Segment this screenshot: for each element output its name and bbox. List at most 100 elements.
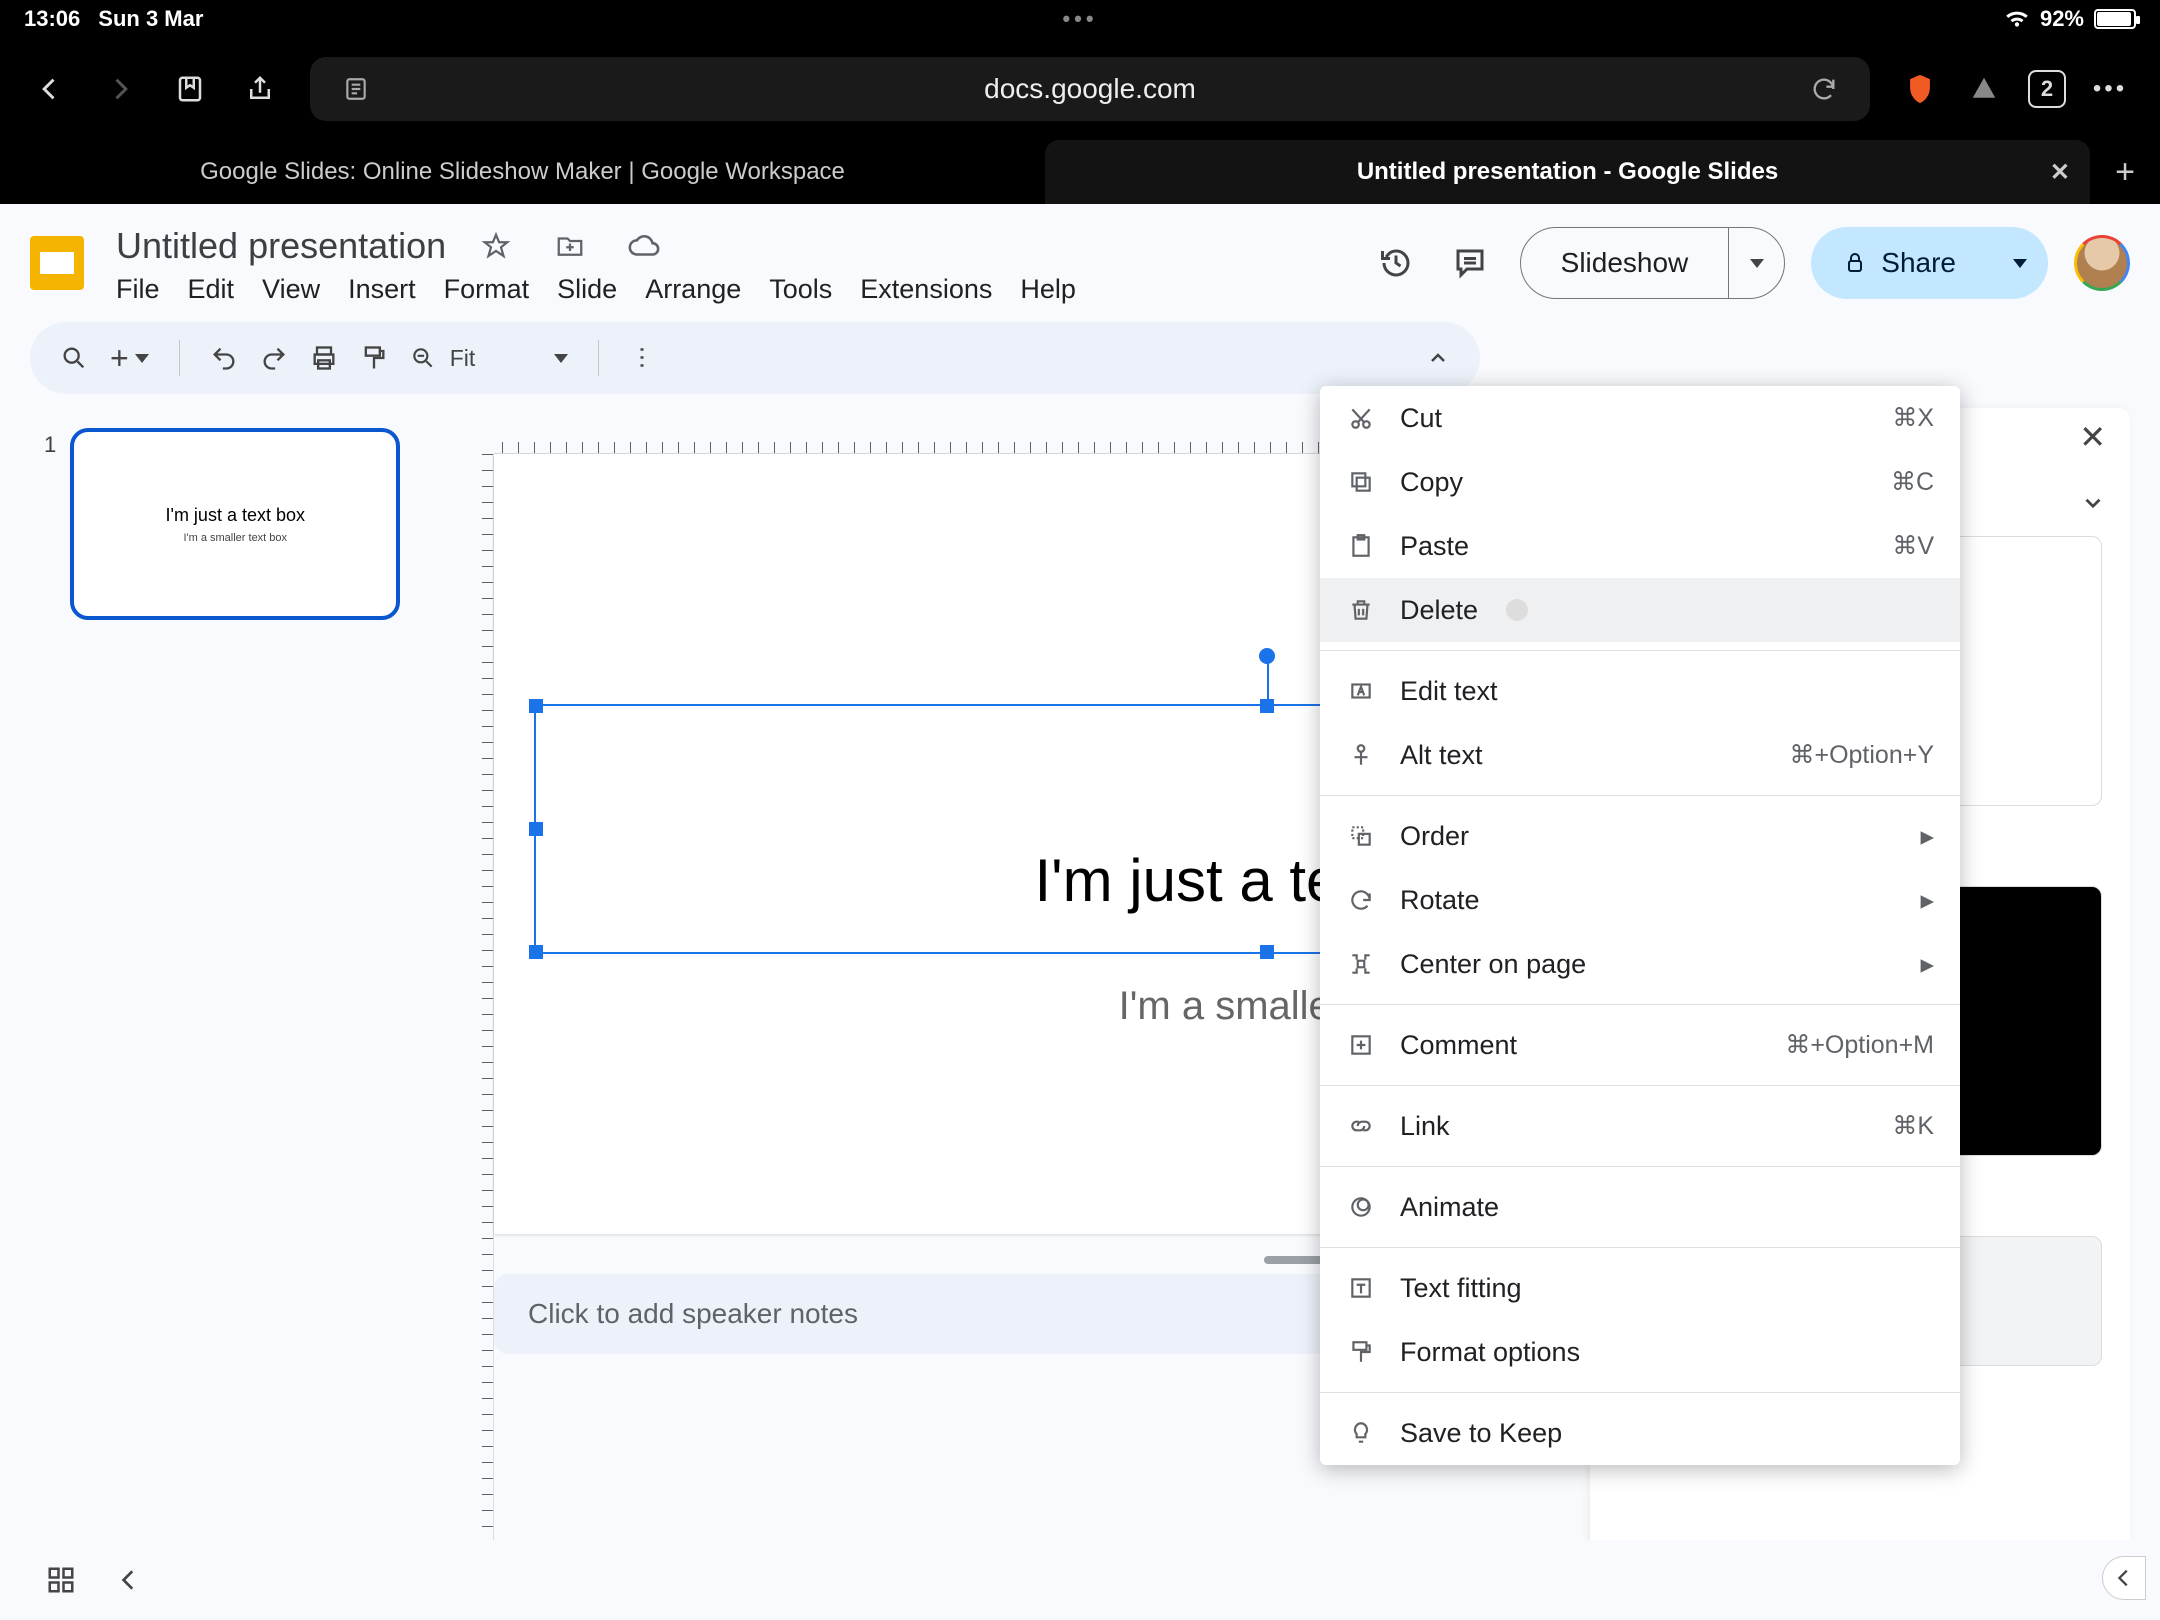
thumb-number: 1: [44, 428, 56, 458]
slide-thumbnails: 1 I'm just a text box I'm a smaller text…: [0, 408, 440, 1620]
slide-thumbnail-1[interactable]: I'm just a text box I'm a smaller text b…: [70, 428, 400, 620]
ctx-animate[interactable]: Animate: [1320, 1175, 1960, 1239]
print-button[interactable]: [310, 344, 338, 372]
menu-insert[interactable]: Insert: [348, 274, 416, 305]
reader-mode-icon[interactable]: [336, 76, 376, 102]
brave-rewards-icon[interactable]: [1964, 69, 2004, 109]
battery-percent: 92%: [2040, 6, 2084, 32]
menu-format[interactable]: Format: [444, 274, 530, 305]
slides-logo-icon[interactable]: [30, 236, 84, 290]
avatar[interactable]: [2074, 235, 2130, 291]
link-icon: [1346, 1111, 1376, 1141]
app-toolbar: + Fit ⋯: [30, 322, 1480, 394]
browser-menu-button[interactable]: •••: [2090, 69, 2130, 109]
menu-view[interactable]: View: [262, 274, 320, 305]
share-button[interactable]: [240, 69, 280, 109]
ctx-paste[interactable]: Paste⌘V: [1320, 514, 1960, 578]
new-slide-button[interactable]: +: [110, 340, 149, 377]
copy-icon: [1346, 467, 1376, 497]
battery-icon: [2094, 9, 2136, 29]
text-fitting-icon: [1346, 1273, 1376, 1303]
ctx-link[interactable]: Link⌘K: [1320, 1094, 1960, 1158]
ctx-save-keep[interactable]: Save to Keep: [1320, 1401, 1960, 1465]
zoom-dropdown[interactable]: [554, 354, 568, 363]
menu-arrange[interactable]: Arrange: [645, 274, 741, 305]
ctx-rotate[interactable]: Rotate▸: [1320, 868, 1960, 932]
lock-icon: [1843, 251, 1867, 275]
tab-count-button[interactable]: 2: [2028, 70, 2066, 108]
star-icon[interactable]: [472, 222, 520, 270]
new-tab-button[interactable]: +: [2090, 140, 2160, 204]
search-menus-icon[interactable]: [60, 344, 88, 372]
ctx-cut[interactable]: Cut⌘X: [1320, 386, 1960, 450]
more-tools-button[interactable]: ⋯: [627, 345, 656, 371]
share-dropdown[interactable]: [1992, 259, 2048, 268]
browser-tab-inactive[interactable]: Google Slides: Online Slideshow Maker | …: [0, 140, 1045, 204]
prev-slide-button[interactable]: [116, 1567, 142, 1593]
ctx-edit-text[interactable]: Edit text: [1320, 659, 1960, 723]
brave-shields-icon[interactable]: [1900, 69, 1940, 109]
back-button[interactable]: [30, 69, 70, 109]
ctx-center[interactable]: Center on page▸: [1320, 932, 1960, 996]
rotate-icon: [1346, 885, 1376, 915]
ctx-format-options[interactable]: Format options: [1320, 1320, 1960, 1384]
center-icon: [1346, 949, 1376, 979]
ctx-copy[interactable]: Copy⌘C: [1320, 450, 1960, 514]
menu-extensions[interactable]: Extensions: [860, 274, 992, 305]
browser-tab-active[interactable]: Untitled presentation - Google Slides ✕: [1045, 140, 2090, 204]
comments-icon[interactable]: [1446, 239, 1494, 287]
ctx-order[interactable]: Order▸: [1320, 804, 1960, 868]
slideshow-button[interactable]: Slideshow: [1520, 227, 1786, 299]
ctx-text-fitting[interactable]: Text fitting: [1320, 1256, 1960, 1320]
history-icon[interactable]: [1372, 239, 1420, 287]
forward-button[interactable]: [100, 69, 140, 109]
ctx-alt-text[interactable]: Alt text⌘+Option+Y: [1320, 723, 1960, 787]
undo-button[interactable]: [210, 344, 238, 372]
share-button[interactable]: Share: [1811, 227, 2048, 299]
menu-tools[interactable]: Tools: [769, 274, 832, 305]
status-time: 13:06: [24, 6, 80, 32]
bottom-bar: [0, 1540, 2160, 1620]
ctx-delete[interactable]: Delete: [1320, 578, 1960, 642]
zoom-icon[interactable]: [410, 345, 436, 371]
expand-side-button[interactable]: [2102, 1556, 2146, 1600]
menu-bar: File Edit View Insert Format Slide Arran…: [116, 274, 1076, 305]
multitask-dots[interactable]: •••: [728, 6, 1432, 32]
redo-button[interactable]: [260, 344, 288, 372]
grid-view-button[interactable]: [46, 1565, 76, 1595]
reload-button[interactable]: [1804, 75, 1844, 103]
url-bar[interactable]: docs.google.com: [310, 57, 1870, 121]
submenu-arrow-icon: ▸: [1920, 885, 1934, 916]
slideshow-dropdown[interactable]: [1728, 228, 1784, 298]
close-panel-button[interactable]: ✕: [2079, 418, 2106, 456]
menu-help[interactable]: Help: [1020, 274, 1076, 305]
animate-icon: [1346, 1192, 1376, 1222]
resize-handle[interactable]: [1260, 945, 1274, 959]
alt-text-icon: [1346, 740, 1376, 770]
panel-chevron-down-icon[interactable]: [2080, 490, 2106, 516]
bookmarks-button[interactable]: [170, 69, 210, 109]
comment-icon: [1346, 1030, 1376, 1060]
menu-file[interactable]: File: [116, 274, 160, 305]
resize-handle[interactable]: [1260, 699, 1274, 713]
ctx-comment[interactable]: Comment⌘+Option+M: [1320, 1013, 1960, 1077]
menu-slide[interactable]: Slide: [557, 274, 617, 305]
zoom-level[interactable]: Fit: [450, 345, 540, 372]
submenu-arrow-icon: ▸: [1920, 821, 1934, 852]
cloud-status-icon[interactable]: [620, 222, 668, 270]
rotate-handle[interactable]: [1259, 648, 1275, 664]
edit-text-icon: [1346, 676, 1376, 706]
paste-icon: [1346, 531, 1376, 561]
paint-format-button[interactable]: [360, 344, 388, 372]
resize-handle[interactable]: [529, 945, 543, 959]
order-icon: [1346, 821, 1376, 851]
resize-handle[interactable]: [529, 822, 543, 836]
move-icon[interactable]: [546, 222, 594, 270]
close-tab-button[interactable]: ✕: [2050, 158, 2070, 187]
browser-tab-row: Google Slides: Online Slideshow Maker | …: [0, 140, 2160, 204]
resize-handle[interactable]: [529, 699, 543, 713]
menu-edit[interactable]: Edit: [188, 274, 235, 305]
toolbar-chevron-up-icon[interactable]: [1426, 346, 1450, 370]
cursor-indicator: [1506, 599, 1528, 621]
document-title[interactable]: Untitled presentation: [116, 225, 446, 267]
